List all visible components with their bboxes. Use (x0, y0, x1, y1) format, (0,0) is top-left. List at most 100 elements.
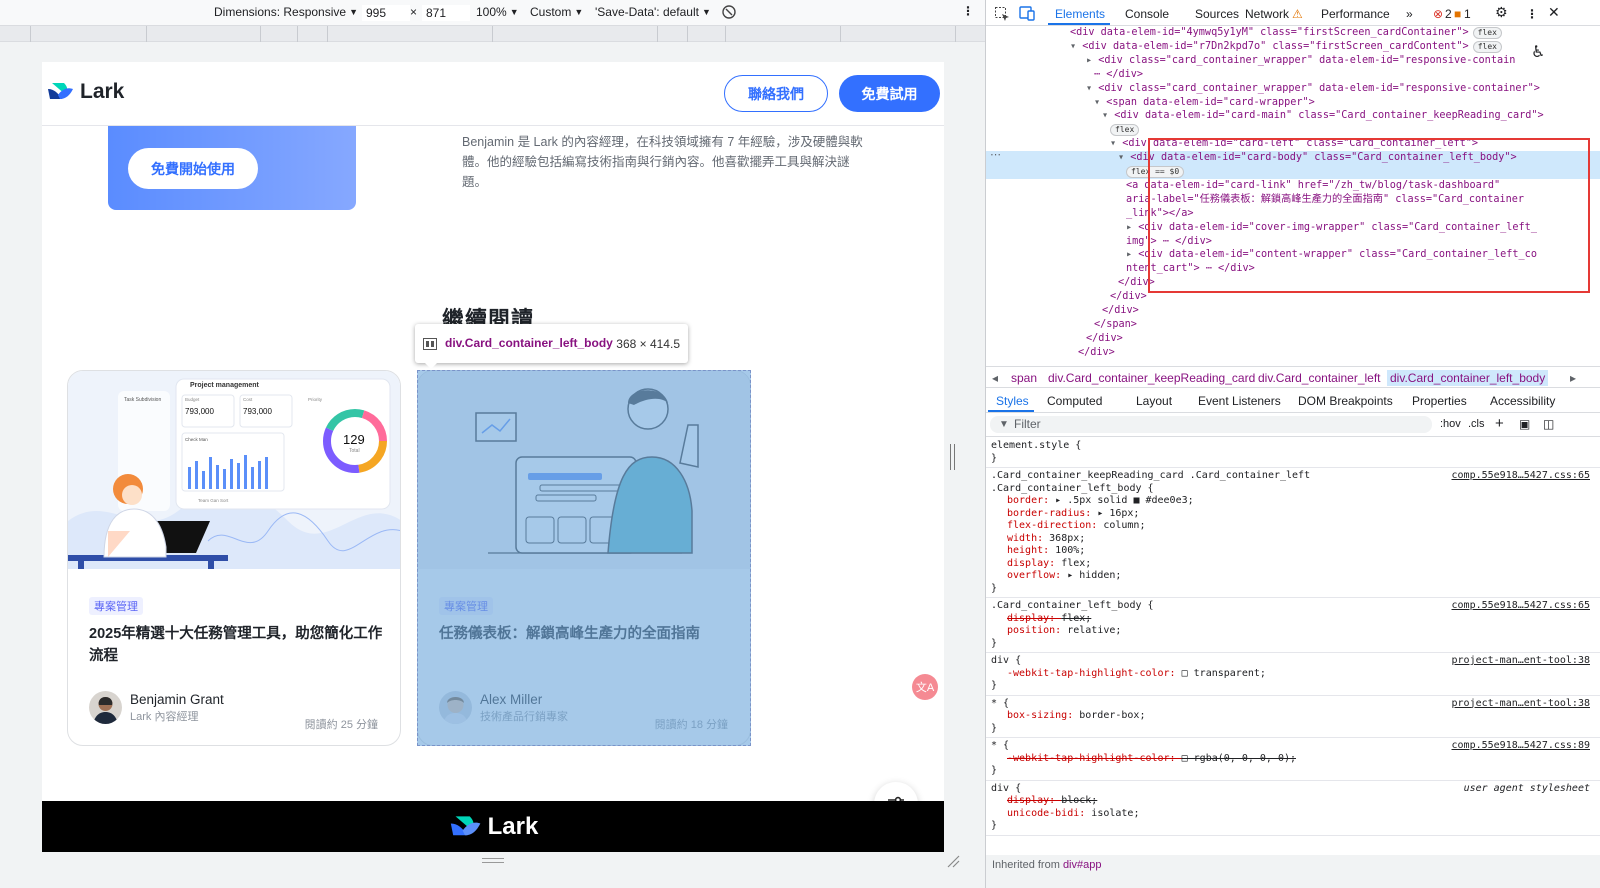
css-rule-line[interactable]: .Card_container_left_body {comp.55e918…5… (991, 600, 1596, 613)
breadcrumb-scroll-right[interactable]: ▸ (1570, 371, 1576, 385)
css-declaration[interactable]: display: flex; (991, 558, 1596, 571)
free-trial-button[interactable]: 免費試用 (839, 75, 940, 112)
zoom-dropdown[interactable]: 100% ▼ (476, 5, 519, 19)
close-icon[interactable]: ✕ (1548, 4, 1560, 21)
dom-node-line[interactable]: aria-label="任務儀表板：解鎖高峰生產力的全面指南" class="C… (986, 193, 1600, 207)
css-declaration[interactable]: -webkit-tap-highlight-color: □ transpare… (991, 668, 1596, 681)
tab-computed[interactable]: Computed (1047, 394, 1102, 408)
css-property[interactable]: flex-direction: (1007, 520, 1103, 531)
dom-node-line[interactable]: ▾ <div data-elem-id="r7Dn2kpd7o" class="… (986, 40, 1600, 54)
css-value[interactable]: flex; (1061, 558, 1091, 569)
breadcrumb-scroll-left[interactable]: ◂ (992, 371, 998, 385)
tab-layout[interactable]: Layout (1136, 394, 1172, 408)
css-rule-line[interactable]: } (991, 583, 1596, 596)
css-source-link[interactable]: comp.55e918…5427.css:89 (1452, 740, 1590, 753)
css-property[interactable]: display: (1007, 558, 1061, 569)
width-input[interactable] (362, 5, 410, 21)
breadcrumb-item[interactable]: div.Card_container_left (1258, 371, 1381, 385)
css-rule-line[interactable]: } (991, 680, 1596, 693)
dom-node-line[interactable]: </span> (986, 318, 1600, 332)
css-rule-line[interactable]: .Card_container_keepReading_card .Card_c… (991, 470, 1596, 483)
translate-icon[interactable]: 文A (912, 674, 938, 700)
warning-count[interactable]: 1 (1464, 7, 1471, 21)
css-rule-line[interactable]: div {project-man…ent-tool:38 (991, 655, 1596, 668)
css-value[interactable]: isolate; (1091, 808, 1139, 819)
css-value[interactable]: relative; (1067, 625, 1121, 636)
dom-node-line[interactable]: ▸ <div class="card_container_wrapper" da… (986, 54, 1600, 68)
tab-sources[interactable]: Sources (1195, 7, 1239, 21)
ellipsis-icon[interactable]: ⋯ (990, 148, 1001, 161)
css-property[interactable]: width: (1007, 533, 1049, 544)
category-tag[interactable]: 專案管理 (439, 597, 493, 615)
collapse-triangle-icon[interactable]: ▸ (1086, 55, 1098, 66)
more-tabs-button[interactable]: » (1406, 7, 1413, 21)
dom-node-line[interactable]: ▾ <span data-elem-id="card-wrapper"> (986, 96, 1600, 110)
css-source-link[interactable]: project-man…ent-tool:38 (1452, 698, 1590, 711)
article-card[interactable]: 專案管理 任務儀表板：解鎖高峰生產力的全面指南 Alex Miller 技術產品… (417, 370, 751, 746)
inspect-element-icon[interactable] (994, 6, 1010, 22)
css-property[interactable]: display: (1007, 795, 1061, 806)
card-title[interactable]: 任務儀表板：解鎖高峰生產力的全面指南 (439, 623, 735, 645)
css-value[interactable]: ▸ .5px solid ■ #dee0e3; (1055, 495, 1193, 506)
dimensions-dropdown[interactable]: Dimensions: Responsive ▼ (214, 5, 358, 19)
article-card[interactable]: Project management Task Subdivision Budg… (67, 370, 401, 746)
css-declaration[interactable]: display: flex; (991, 613, 1596, 626)
contact-us-button[interactable]: 聯絡我們 (724, 75, 828, 112)
hov-toggle[interactable]: :hov (1440, 418, 1461, 430)
expand-triangle-icon[interactable]: ▾ (1102, 110, 1114, 121)
css-value[interactable]: □ transparent; (1182, 668, 1266, 679)
css-rule-line[interactable]: } (991, 723, 1596, 736)
css-property[interactable]: display: (1007, 613, 1061, 624)
tab-styles[interactable]: Styles (996, 394, 1029, 408)
flex-badge[interactable]: flex (1472, 27, 1502, 39)
css-property[interactable]: unicode-bidi: (1007, 808, 1091, 819)
css-rule-line[interactable]: element.style { (991, 440, 1596, 453)
breadcrumb-item[interactable]: span (1011, 371, 1037, 385)
css-rule-line[interactable]: } (991, 453, 1596, 466)
dom-node-line[interactable]: <a data-elem-id="card-link" href="/zh_tw… (986, 179, 1600, 193)
css-declaration[interactable]: display: block; (991, 795, 1596, 808)
save-data-dropdown[interactable]: 'Save-Data': default ▼ (595, 5, 711, 19)
dom-node-line[interactable]: ▾ <div class="card_container_wrapper" da… (986, 82, 1600, 96)
breadcrumb-item[interactable]: div.Card_container_keepReading_card (1048, 371, 1255, 385)
css-rule-line[interactable]: * {comp.55e918…5427.css:89 (991, 740, 1596, 753)
css-value[interactable]: □ rgba(0, 0, 0, 0); (1182, 753, 1296, 764)
css-declaration[interactable]: -webkit-tap-highlight-color: □ rgba(0, 0… (991, 753, 1596, 766)
dom-node-line[interactable]: </div> (986, 304, 1600, 318)
tab-performance[interactable]: Performance (1321, 7, 1390, 21)
css-property[interactable]: border: (1007, 495, 1055, 506)
css-declaration[interactable]: overflow: ▸ hidden; (991, 570, 1596, 583)
css-value[interactable]: column; (1103, 520, 1145, 531)
css-rule-line[interactable]: .Card_container_left_body { (991, 483, 1596, 496)
css-property[interactable]: -webkit-tap-highlight-color: (1007, 753, 1182, 764)
css-value[interactable]: 100%; (1055, 545, 1085, 556)
css-property[interactable]: height: (1007, 545, 1055, 556)
lark-logo[interactable]: Lark (46, 80, 124, 104)
device-toolbar-icon[interactable] (1019, 5, 1035, 21)
css-declaration[interactable]: box-sizing: border-box; (991, 710, 1596, 723)
breadcrumb-item[interactable]: div.Card_container_left_body (1387, 370, 1549, 386)
css-value[interactable]: border-box; (1079, 710, 1145, 721)
tab-properties[interactable]: Properties (1412, 394, 1467, 408)
corner-resize-icon[interactable] (946, 854, 960, 868)
flex-badge[interactable]: flex (1472, 40, 1502, 53)
dom-node-line[interactable]: ▾ <div data-elem-id="card-body" class="C… (986, 151, 1600, 166)
tab-event-listeners[interactable]: Event Listeners (1198, 394, 1281, 408)
viewport-resize-handle[interactable] (950, 444, 955, 470)
css-property[interactable]: -webkit-tap-highlight-color: (1007, 668, 1182, 679)
more-options-icon[interactable]: ⋮ (1526, 7, 1538, 21)
rotate-icon[interactable] (720, 3, 738, 21)
dom-node-line[interactable]: ▸ <div data-elem-id="content-wrapper" cl… (986, 248, 1600, 262)
expand-triangle-icon[interactable]: ▾ (1110, 138, 1122, 149)
cls-toggle[interactable]: .cls (1468, 418, 1485, 430)
css-source-link[interactable]: comp.55e918…5427.css:65 (1452, 600, 1590, 613)
css-declaration[interactable]: flex-direction: column; (991, 520, 1596, 533)
add-rule-icon[interactable]: + (1495, 415, 1504, 432)
css-declaration[interactable]: border-radius: ▸ 16px; (991, 508, 1596, 521)
dom-node-line[interactable]: </div> (986, 332, 1600, 346)
css-value[interactable]: ▸ 16px; (1097, 508, 1139, 519)
dom-node-line[interactable]: </div> (986, 290, 1600, 304)
css-rule-line[interactable]: * {project-man…ent-tool:38 (991, 698, 1596, 711)
tab-console[interactable]: Console (1125, 7, 1169, 21)
expand-triangle-icon[interactable]: ▾ (1094, 97, 1106, 108)
